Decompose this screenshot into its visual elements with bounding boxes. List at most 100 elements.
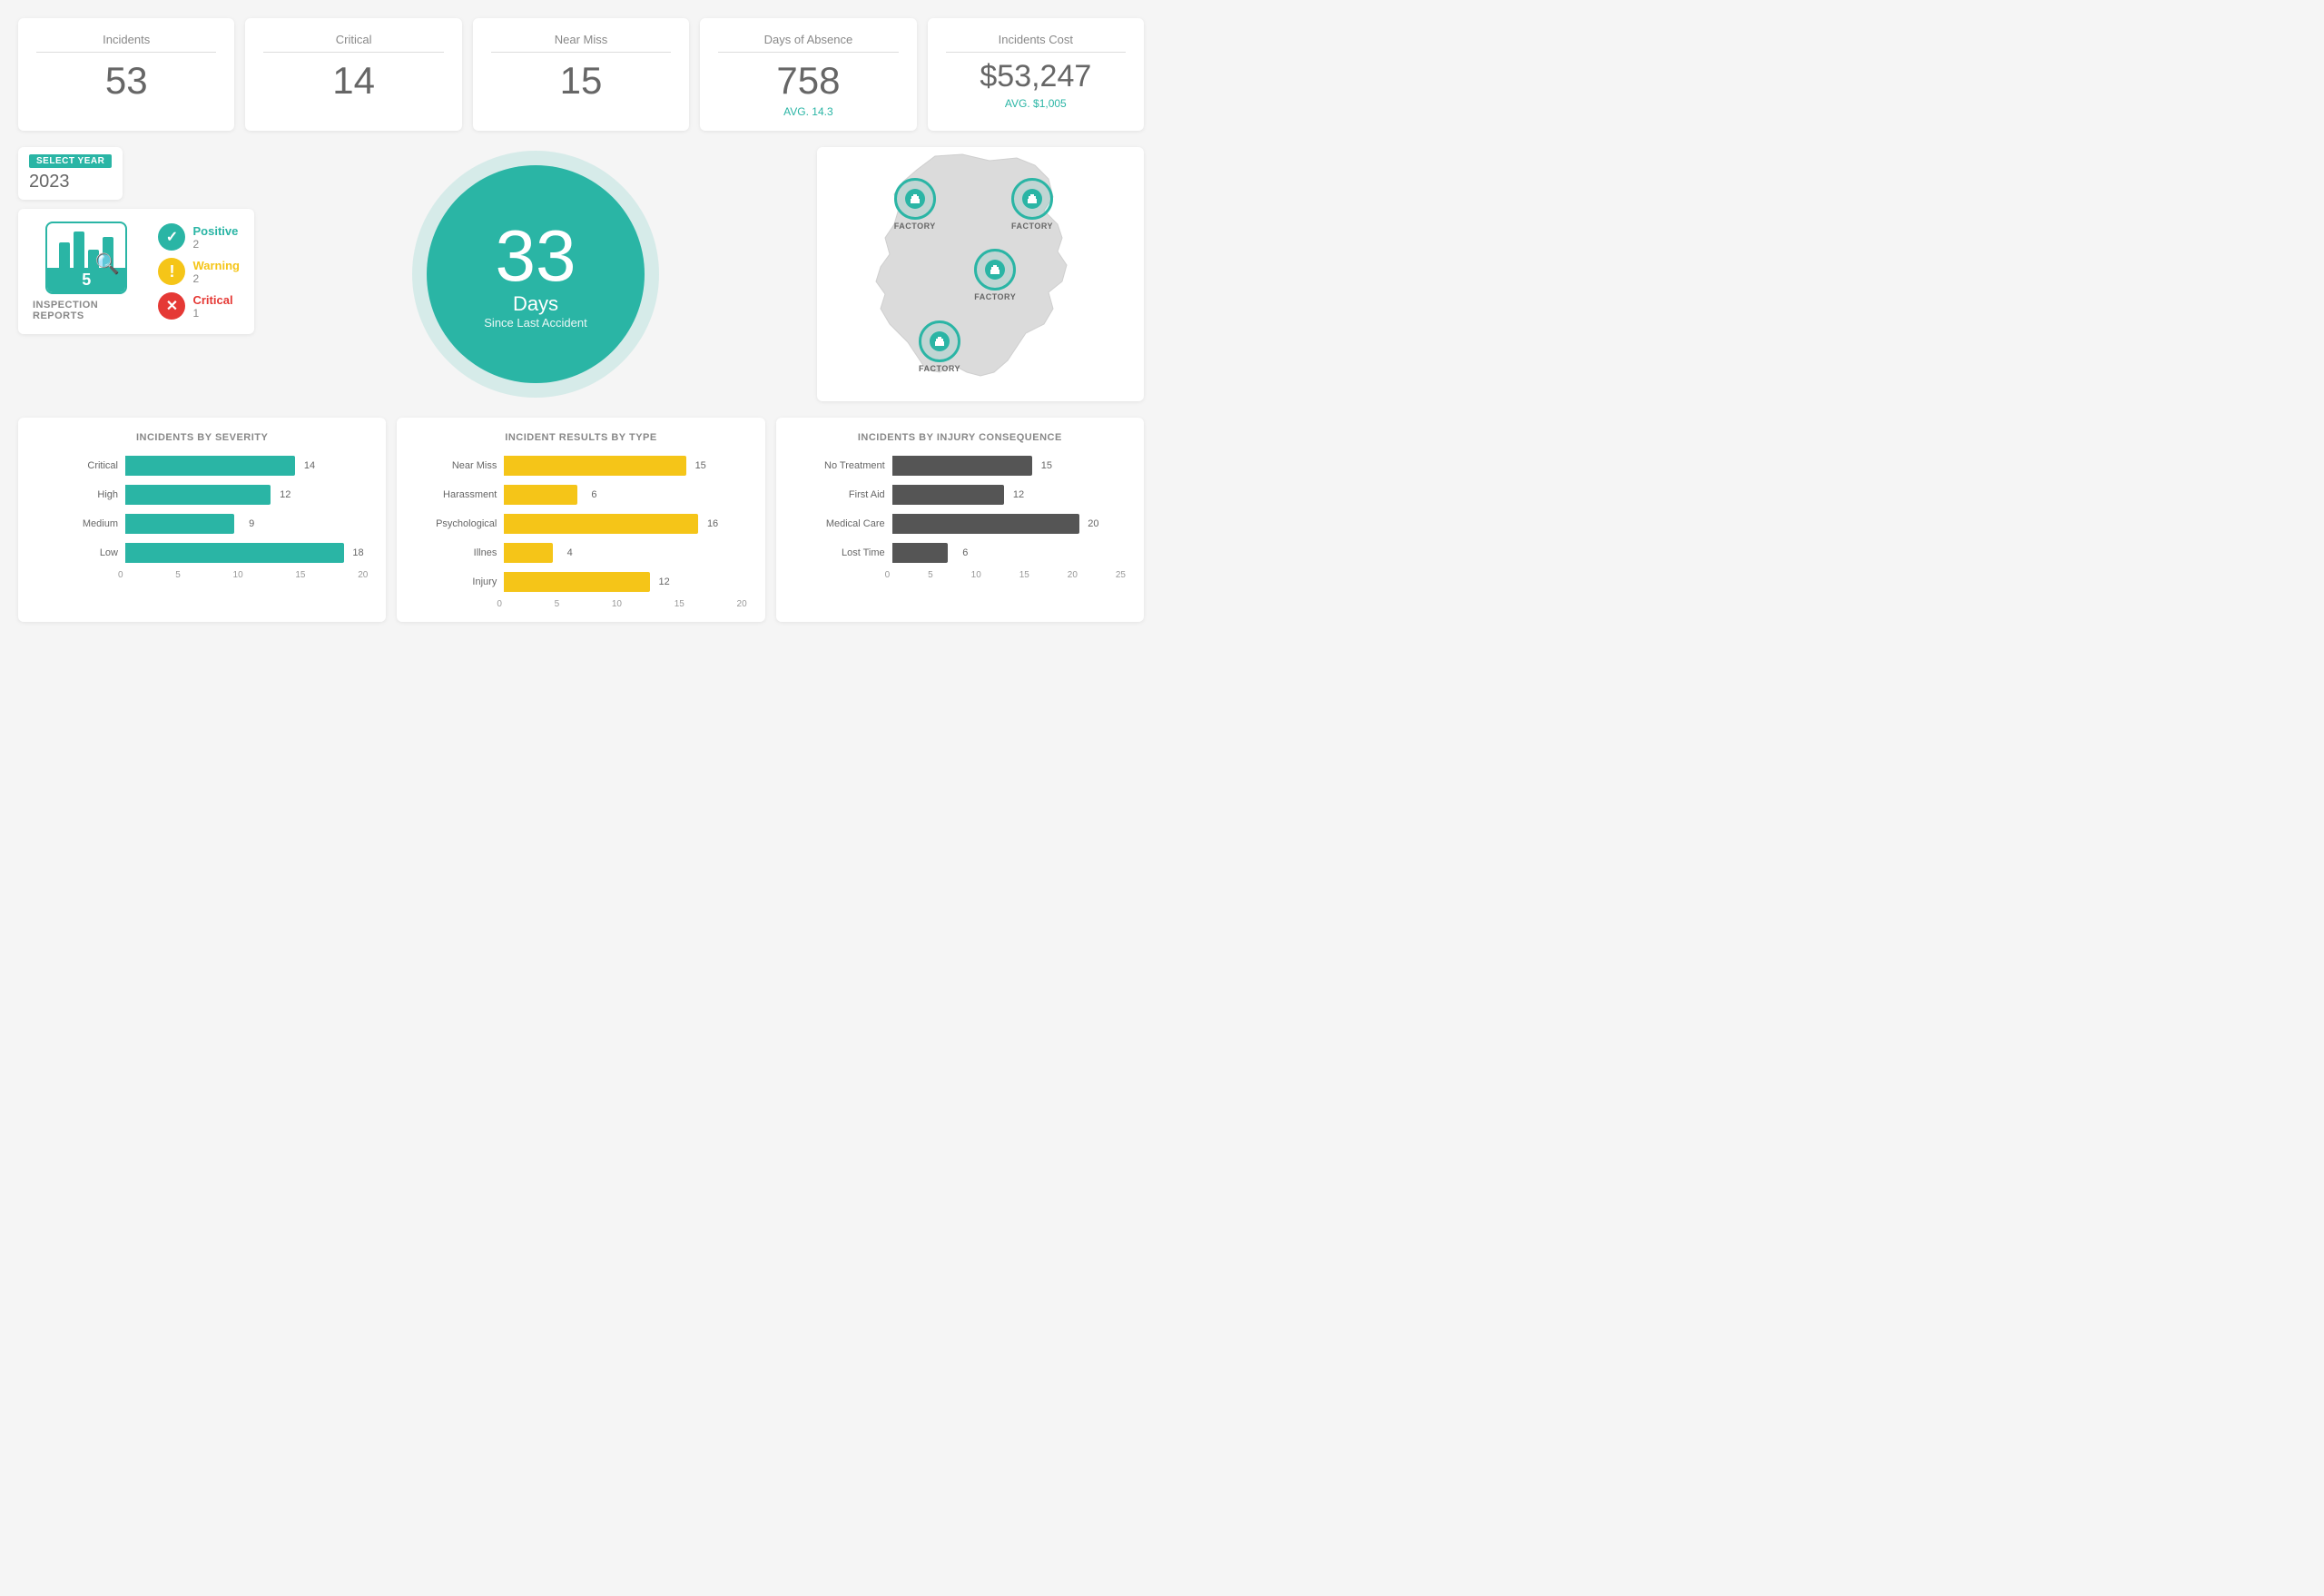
positive-text: Positive 2 bbox=[192, 224, 238, 251]
factory-circle-3 bbox=[974, 249, 1016, 291]
consequence-bar-losttime: Lost Time 6 bbox=[794, 543, 1126, 563]
kpi-incidents: Incidents 53 bbox=[18, 18, 234, 131]
factory-label-2: FACTORY bbox=[1011, 222, 1053, 231]
consequence-x-0: 0 bbox=[885, 570, 891, 580]
inspection-card: 🔍 5 INSPECTION REPORTS ✓ Positive 2 ! Wa… bbox=[18, 209, 254, 334]
type-value-nearmiss: 15 bbox=[695, 460, 706, 471]
severity-x-labels: 0 5 10 15 20 bbox=[118, 570, 368, 580]
year-selector[interactable]: SELECT YEAR 2023 bbox=[18, 147, 123, 200]
consequence-bar-chart: No Treatment 15 First Aid 12 Medical Car… bbox=[794, 456, 1126, 563]
severity-fill-low: 18 bbox=[125, 543, 344, 563]
kpi-nearmiss: Near Miss 15 bbox=[473, 18, 689, 131]
center-panel: 33 Days Since Last Accident bbox=[265, 147, 806, 401]
severity-track-low: 18 bbox=[125, 543, 368, 563]
type-label-psychological: Psychological bbox=[415, 518, 497, 529]
severity-chart: INCIDENTS BY SEVERITY Critical 14 High 1… bbox=[18, 418, 386, 622]
type-label-illnes: Illnes bbox=[415, 547, 497, 558]
consequence-x-axis: 0 5 10 15 20 25 bbox=[794, 570, 1126, 580]
kpi-row: Incidents 53 Critical 14 Near Miss 15 Da… bbox=[18, 18, 1144, 131]
factory-circle-2 bbox=[1011, 178, 1053, 220]
kpi-critical-value: 14 bbox=[263, 60, 443, 102]
consequence-x-15: 15 bbox=[1019, 570, 1029, 580]
type-x-labels: 0 5 10 15 20 bbox=[497, 599, 746, 609]
factory-icon-3 bbox=[990, 264, 1000, 275]
factory-inner-2 bbox=[1022, 189, 1042, 209]
factory-icon-1 bbox=[910, 193, 921, 204]
factory-pin-3: FACTORY bbox=[974, 249, 1016, 301]
days-number: 33 bbox=[496, 220, 576, 292]
type-chart: INCIDENT RESULTS BY TYPE Near Miss 15 Ha… bbox=[397, 418, 764, 622]
severity-fill-high: 12 bbox=[125, 485, 271, 505]
consequence-value-firstaid: 12 bbox=[1013, 489, 1024, 500]
type-fill-illnes: 4 bbox=[504, 543, 552, 563]
warning-count: 2 bbox=[192, 272, 240, 285]
type-chart-title: INCIDENT RESULTS BY TYPE bbox=[415, 432, 746, 443]
kpi-incidents-label: Incidents bbox=[36, 33, 216, 53]
days-sublabel: Since Last Accident bbox=[484, 316, 586, 330]
factory-label-1: FACTORY bbox=[894, 222, 936, 231]
consequence-bar-firstaid: First Aid 12 bbox=[794, 485, 1126, 505]
map-panel: FACTORY FACTORY FACTORY bbox=[817, 147, 1144, 401]
type-bar-nearmiss: Near Miss 15 bbox=[415, 456, 746, 476]
severity-chart-title: INCIDENTS BY SEVERITY bbox=[36, 432, 368, 443]
factory-label-3: FACTORY bbox=[974, 292, 1016, 301]
warning-label: Warning bbox=[192, 259, 240, 272]
consequence-label-losttime: Lost Time bbox=[794, 547, 885, 558]
middle-row: SELECT YEAR 2023 🔍 5 INSPECTION REPORTS bbox=[18, 147, 1144, 401]
severity-bar-high: High 12 bbox=[36, 485, 368, 505]
type-bar-illnes: Illnes 4 bbox=[415, 543, 746, 563]
kpi-critical-label: Critical bbox=[263, 33, 443, 53]
severity-track-high: 12 bbox=[125, 485, 368, 505]
severity-x-20: 20 bbox=[358, 570, 368, 580]
factory-pin-4: FACTORY bbox=[919, 320, 960, 373]
severity-value-medium: 9 bbox=[249, 518, 254, 529]
factory-inner-3 bbox=[985, 260, 1005, 280]
factory-inner-1 bbox=[905, 189, 925, 209]
kpi-cost: Incidents Cost $53,247 AVG. $1,005 bbox=[928, 18, 1144, 131]
year-selector-value: 2023 bbox=[29, 172, 70, 192]
kpi-cost-avg: AVG. $1,005 bbox=[946, 97, 1126, 110]
critical-count: 1 bbox=[192, 307, 232, 320]
days-label: Days bbox=[513, 292, 558, 316]
kpi-absence-label: Days of Absence bbox=[718, 33, 898, 53]
severity-x-axis: 0 5 10 15 20 bbox=[36, 570, 368, 580]
severity-bar-chart: Critical 14 High 12 Medium bbox=[36, 456, 368, 563]
factory-icon-2 bbox=[1027, 193, 1038, 204]
type-label-nearmiss: Near Miss bbox=[415, 460, 497, 471]
type-fill-nearmiss: 15 bbox=[504, 456, 685, 476]
inspection-label: INSPECTION REPORTS bbox=[33, 300, 140, 321]
severity-fill-critical: 14 bbox=[125, 456, 295, 476]
type-fill-harassment: 6 bbox=[504, 485, 576, 505]
type-x-0: 0 bbox=[497, 599, 502, 609]
consequence-fill-firstaid: 12 bbox=[892, 485, 1005, 505]
type-track-nearmiss: 15 bbox=[504, 456, 746, 476]
severity-x-0: 0 bbox=[118, 570, 123, 580]
severity-fill-medium: 9 bbox=[125, 514, 234, 534]
warning-text: Warning 2 bbox=[192, 259, 240, 285]
consequence-label-notreatment: No Treatment bbox=[794, 460, 885, 471]
positive-label: Positive bbox=[192, 224, 238, 238]
consequence-x-20: 20 bbox=[1068, 570, 1078, 580]
charts-row: INCIDENTS BY SEVERITY Critical 14 High 1… bbox=[18, 418, 1144, 622]
type-value-illnes: 4 bbox=[567, 547, 573, 558]
factory-circle-4 bbox=[919, 320, 960, 362]
severity-label-critical: Critical bbox=[36, 460, 118, 471]
left-panel: SELECT YEAR 2023 🔍 5 INSPECTION REPORTS bbox=[18, 147, 254, 401]
consequence-fill-medicalcare: 20 bbox=[892, 514, 1079, 534]
type-x-10: 10 bbox=[612, 599, 622, 609]
consequence-label-medicalcare: Medical Care bbox=[794, 518, 885, 529]
factory-icon-4 bbox=[934, 336, 945, 347]
consequence-track-notreatment: 15 bbox=[892, 456, 1126, 476]
severity-bar-critical: Critical 14 bbox=[36, 456, 368, 476]
type-track-psychological: 16 bbox=[504, 514, 746, 534]
type-value-injury: 12 bbox=[658, 576, 669, 587]
type-bar-harassment: Harassment 6 bbox=[415, 485, 746, 505]
consequence-x-25: 25 bbox=[1116, 570, 1126, 580]
consequence-x-5: 5 bbox=[928, 570, 933, 580]
type-value-psychological: 16 bbox=[707, 518, 718, 529]
kpi-nearmiss-label: Near Miss bbox=[491, 33, 671, 53]
type-bar-injury: Injury 12 bbox=[415, 572, 746, 592]
critical-text: Critical 1 bbox=[192, 293, 232, 320]
inspection-icon-box: 🔍 5 bbox=[45, 222, 127, 294]
consequence-fill-losttime: 6 bbox=[892, 543, 949, 563]
